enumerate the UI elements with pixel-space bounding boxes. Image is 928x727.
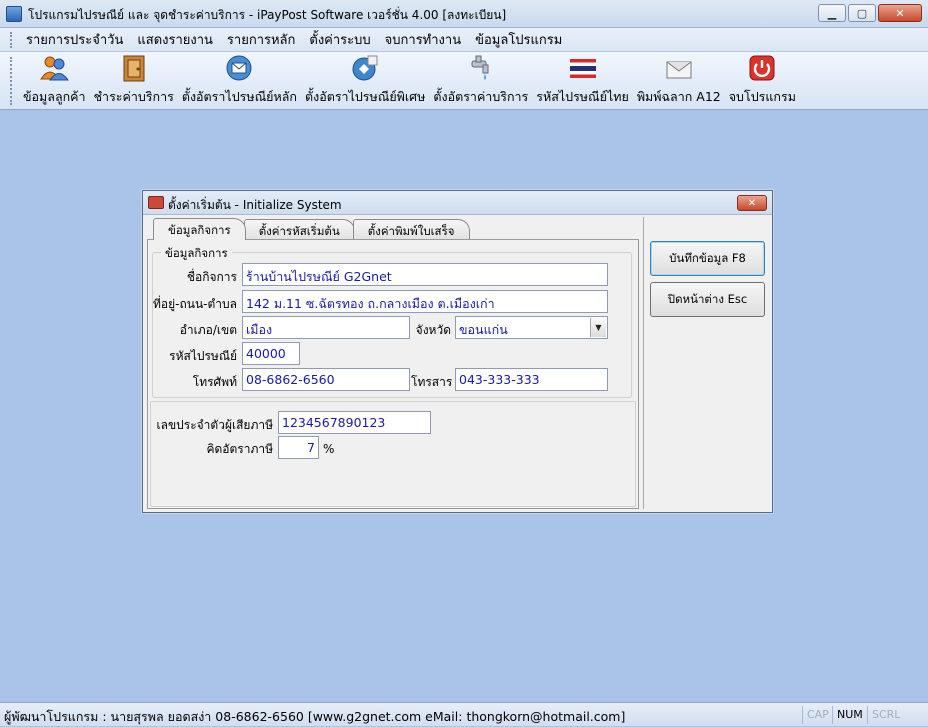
fax-label: โทรสาร	[411, 375, 453, 389]
toolbar-special-rate-button[interactable]: ตั้งอัตราไปรษณีย์พิเศษ	[301, 53, 429, 109]
special-mail-icon	[350, 53, 380, 83]
address-field[interactable]: 142 ม.11 ซ.ฉัตรทอง ถ.กลางเมือง ต.เมืองเก…	[242, 290, 608, 313]
toolbar-label: จบโปรแกรม	[728, 89, 796, 104]
menu-master[interactable]: รายการหลัก	[220, 29, 302, 50]
fax-field[interactable]: 043-333-333	[455, 368, 608, 391]
tax-info-panel: เลขประจำตัวผู้เสียภาษี 1234567890123 คิด…	[150, 401, 636, 507]
toolbar-print-label-button[interactable]: พิมพ์ฉลาก A12	[633, 53, 725, 109]
num-lock-indicator: NUM	[832, 706, 867, 724]
province-label: จังหวัด	[415, 323, 451, 337]
postcode-field[interactable]: 40000	[242, 342, 300, 365]
district-label: อำเภอ/เขต	[179, 323, 237, 337]
menu-bar: รายการประจำวัน แสดงรายงาน รายการหลัก ตั้…	[0, 28, 928, 52]
toolbar: ข้อมูลลูกค้า ชำระค่าบริการ ตั้งอัตราไปรษ…	[0, 52, 928, 110]
tab-receipt-print[interactable]: ตั้งค่าพิมพ์ใบเสร็จ	[352, 219, 470, 240]
tab-panel-business-info: ข้อมูลกิจการ ชื่อกิจการ ร้านบ้านไปรษณีย์…	[147, 239, 639, 509]
power-icon	[747, 53, 777, 83]
phone-label: โทรศัพท์	[192, 375, 237, 389]
toolbar-label: รหัสไปรษณีย์ไทย	[536, 89, 629, 104]
taxrate-field[interactable]: 7	[278, 436, 319, 459]
dialog-close-button[interactable]: ✕	[737, 195, 767, 211]
business-name-label: ชื่อกิจการ	[186, 270, 237, 284]
taxrate-label: คิดอัตราภาษี	[206, 442, 273, 456]
status-bar: ผู้พัฒนาโปรแกรม : นายสุรพล ยอดสง่า 08-68…	[0, 702, 928, 726]
toolbar-label: พิมพ์ฉลาก A12	[636, 89, 721, 104]
taxid-label: เลขประจำตัวผู้เสียภาษี	[156, 418, 273, 432]
users-icon	[39, 53, 70, 83]
address-label: ที่อยู่-ถนน-ตำบล	[153, 297, 237, 311]
toolbar-service-rate-button[interactable]: ตั้งอัตราค่าบริการ	[429, 53, 532, 109]
business-info-group: ข้อมูลกิจการ ชื่อกิจการ ร้านบ้านไปรษณีย์…	[152, 245, 632, 398]
window-controls: ▁ ▢ ✕	[818, 4, 922, 22]
toolbar-customers-button[interactable]: ข้อมูลลูกค้า	[19, 53, 90, 109]
toolbar-label: ตั้งอัตราค่าบริการ	[433, 89, 529, 104]
menu-daily[interactable]: รายการประจำวัน	[19, 29, 130, 50]
faucet-icon	[466, 53, 496, 83]
close-window-button[interactable]: ✕	[878, 4, 922, 22]
door-icon	[119, 53, 149, 83]
taxrate-unit: %	[323, 442, 335, 456]
maximize-button[interactable]: ▢	[848, 4, 876, 22]
app-icon	[6, 6, 22, 22]
toolbar-label: ตั้งอัตราไปรษณีย์พิเศษ	[304, 89, 426, 104]
taxid-field[interactable]: 1234567890123	[278, 411, 431, 434]
menu-about[interactable]: ข้อมูลโปรแกรม	[468, 29, 569, 50]
toolbar-payment-button[interactable]: ชำระค่าบริการ	[90, 53, 178, 109]
district-field[interactable]: เมือง	[242, 316, 410, 339]
tab-business-info[interactable]: ข้อมูลกิจการ	[153, 218, 246, 240]
save-button[interactable]: บันทึกข้อมูล F8	[650, 241, 765, 276]
developer-info: ผู้พัฒนาโปรแกรม : นายสุรพล ยอดสง่า 08-68…	[4, 709, 626, 724]
window-titlebar: โปรแกรมไปรษณีย์ และ จุดชำระค่าบริการ - i…	[0, 0, 928, 28]
menu-reports[interactable]: แสดงรายงาน	[130, 29, 220, 50]
phone-field[interactable]: 08-6862-6560	[242, 368, 410, 391]
dialog-tabs: ข้อมูลกิจการ ตั้งค่ารหัสเริ่มต้น ตั้งค่า…	[153, 218, 470, 240]
toolbox-icon	[148, 196, 164, 209]
toolbar-label: ตั้งอัตราไปรษณีย์หลัก	[181, 89, 297, 104]
postcode-label: รหัสไปรษณีย์	[169, 349, 237, 363]
province-value: ขอนแก่น	[459, 322, 508, 337]
dialog-title: ตั้งค่าเริ่มต้น - Initialize System	[168, 198, 342, 212]
toolbar-label: ข้อมูลลูกค้า	[23, 89, 86, 104]
menu-settings[interactable]: ตั้งค่าระบบ	[302, 29, 377, 50]
scroll-lock-indicator: SCRL	[867, 706, 904, 724]
minimize-button[interactable]: ▁	[818, 4, 846, 22]
menu-exit[interactable]: จบการทำงาน	[378, 29, 468, 50]
window-title: โปรแกรมไปรษณีย์ และ จุดชำระค่าบริการ - i…	[28, 8, 507, 22]
close-dialog-button[interactable]: ปิดหน้าต่าง Esc	[650, 282, 765, 317]
business-name-field[interactable]: ร้านบ้านไปรษณีย์ G2Gnet	[242, 263, 608, 286]
chevron-down-icon[interactable]: ▼	[590, 318, 606, 337]
toolbar-postcode-button[interactable]: รหัสไปรษณีย์ไทย	[532, 53, 633, 109]
menu-grip[interactable]	[10, 31, 13, 48]
tab-start-codes[interactable]: ตั้งค่ารหัสเริ่มต้น	[243, 219, 355, 240]
mail-icon	[224, 53, 254, 83]
toolbar-label: ชำระค่าบริการ	[93, 89, 174, 104]
envelope-icon	[664, 53, 694, 83]
dialog-titlebar: ตั้งค่าเริ่มต้น - Initialize System ✕	[143, 191, 772, 215]
toolbar-exit-button[interactable]: จบโปรแกรม	[725, 53, 800, 109]
group-title: ข้อมูลกิจการ	[161, 245, 232, 263]
toolbar-main-rate-button[interactable]: ตั้งอัตราไปรษณีย์หลัก	[178, 53, 301, 109]
dialog-button-area: บันทึกข้อมูล F8 ปิดหน้าต่าง Esc	[643, 217, 770, 509]
toolbar-grip[interactable]	[10, 56, 13, 105]
initialize-system-dialog: ตั้งค่าเริ่มต้น - Initialize System ✕ ข้…	[142, 190, 773, 513]
thai-flag-icon	[568, 53, 598, 83]
caps-lock-indicator: CAP	[802, 706, 833, 724]
province-select[interactable]: ขอนแก่น ▼	[455, 316, 608, 339]
